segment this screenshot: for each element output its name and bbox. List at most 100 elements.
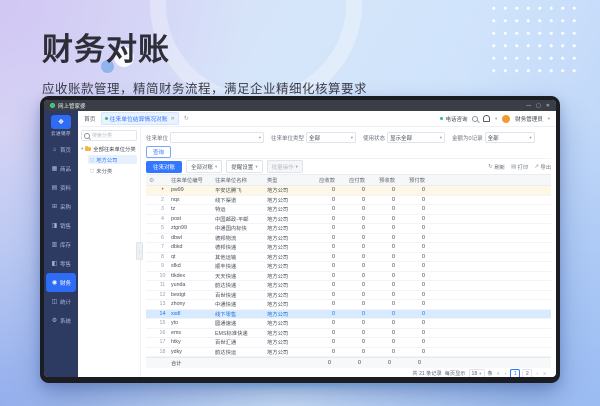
table-row[interactable]: •12 bestgt 百世快递 地方公司 0 0 0 0	[146, 290, 551, 300]
sidebar-item[interactable]: ◫ 统计	[46, 292, 76, 311]
sidebar-item[interactable]: ▥ 库存	[46, 235, 76, 254]
table-row[interactable]: •16 ems EMS标准快递 地方公司 0 0 0 0	[146, 328, 551, 338]
sidebar-item-label: 商品	[60, 165, 71, 173]
tree-root-node[interactable]: ▾ 全部往来单位分类	[81, 145, 137, 153]
table-row[interactable]: •15 yto 圆通速递 地方公司 0 0 0 0	[146, 319, 551, 329]
pre-receipt-cell: 0	[368, 224, 398, 234]
summary-payable: 0	[334, 360, 364, 366]
sidebar-item[interactable]: ⊞ 采购	[46, 197, 76, 216]
col-pre-payment[interactable]: 预付款	[398, 175, 428, 186]
row-mark-cell	[146, 252, 157, 262]
sidebar-item[interactable]: ▤ 资料	[46, 178, 76, 197]
zero-select[interactable]: 全部 ▾	[485, 132, 535, 143]
col-pre-receipt[interactable]: 预收款	[368, 175, 398, 186]
table-row[interactable]: •1 pw99 平安达腾飞 地方公司 0 0 0 0	[146, 186, 551, 196]
table-row[interactable]: •2 nqs 线下渠道 地方公司 0 0 0 0	[146, 195, 551, 205]
pre-receipt-cell: 0	[368, 347, 398, 357]
refresh-link[interactable]: ↻ 刷新	[488, 163, 505, 171]
col-code[interactable]: 往来单位编号	[168, 175, 212, 186]
col-name[interactable]: 往来单位名称	[212, 175, 264, 186]
close-icon[interactable]: ✕	[546, 103, 550, 109]
receivable-cell: 0	[308, 290, 338, 300]
col-payable[interactable]: 应付款	[338, 175, 368, 186]
user-name[interactable]: 财务管理员	[515, 115, 543, 123]
row-mark-cell	[146, 271, 157, 281]
table-row[interactable]: •10 ttkdex 天天快递 地方公司 0 0 0 0	[146, 271, 551, 281]
phone-support[interactable]: 电话咨询	[440, 115, 467, 123]
sidebar-item-icon: ◉	[51, 279, 58, 286]
tab-home[interactable]: 首页	[84, 114, 96, 123]
column-settings-gear-icon[interactable]: ⚙	[146, 175, 157, 186]
tree-search-input[interactable]: 搜索分类	[81, 130, 137, 141]
sidebar-item[interactable]: ⚙ 系统	[46, 311, 76, 330]
table-row[interactable]: •4 post 中国邮政-平邮 地方公司 0 0 0 0	[146, 214, 551, 224]
unit-type-cell: 地方公司	[264, 271, 308, 281]
last-page-icon[interactable]: »	[542, 371, 547, 377]
search-icon[interactable]	[472, 116, 478, 122]
tab-active[interactable]: 往来单位结算情况对账 ✕	[101, 112, 179, 125]
pre-payment-cell: 0	[398, 281, 428, 291]
col-type[interactable]: 类型	[264, 175, 308, 186]
doc-icon: ▢	[90, 168, 94, 174]
table-row[interactable]: •13 zhony 中通快递 地方公司 0 0 0 0	[146, 300, 551, 310]
doc-icon: ▢	[90, 157, 94, 163]
status-select[interactable]: 显示全部 ▾	[387, 132, 445, 143]
next-page-icon[interactable]: ›	[535, 371, 539, 377]
minimize-icon[interactable]: —	[526, 103, 531, 109]
tree-node[interactable]: ▢ 未分类	[88, 166, 137, 175]
table-row[interactable]: •18 ydky 韵达快运 地方公司 0 0 0 0	[146, 347, 551, 357]
page-button[interactable]: 2	[522, 369, 532, 378]
panel-collapse-handle[interactable]: ⋮	[136, 242, 143, 260]
sidebar-item[interactable]: ▦ 商品	[46, 159, 76, 178]
summary-label: 合计	[146, 359, 212, 367]
pre-payment-cell: 0	[398, 186, 428, 196]
query-button[interactable]: 查询	[146, 146, 171, 158]
table-row[interactable]: •7 dbkd 德邦快递 地方公司 0 0 0 0	[146, 243, 551, 253]
table-row[interactable]: •17 htky 百世汇通 地方公司 0 0 0 0	[146, 338, 551, 348]
user-caret-icon[interactable]: ▾	[548, 116, 550, 122]
col-receivable[interactable]: 应收款	[308, 175, 338, 186]
table-row[interactable]: •14 xxdl 线下零售 地方公司 0 0 0 0	[146, 309, 551, 319]
unit-input[interactable]: ▾	[170, 132, 264, 143]
print-link[interactable]: ▤ 打印	[511, 163, 528, 171]
export-link[interactable]: ↗ 导出	[534, 163, 551, 171]
notification-bell-icon[interactable]	[483, 115, 490, 122]
summary-row: 合计 0 0 0 0	[146, 357, 551, 368]
folder-icon	[85, 147, 91, 152]
table-row[interactable]: •3 tz 特运 地方公司 0 0 0 0	[146, 205, 551, 215]
sidebar-item[interactable]: ◧ 零售	[46, 254, 76, 273]
pagination: 共 21 条记录 每页显示 18 ▾ 条 « ‹ 12	[146, 368, 551, 377]
sidebar-item[interactable]: ◨ 销售	[46, 216, 76, 235]
batch-actions-dropdown[interactable]: 批量操作 ▾	[267, 160, 303, 173]
prev-page-icon[interactable]: ‹	[504, 371, 508, 377]
summary-pre-receipt: 0	[364, 360, 394, 366]
unit-type-cell: 地方公司	[264, 233, 308, 243]
row-number-cell: •7	[157, 243, 168, 253]
table-row[interactable]: •6 dbwl 德邦物流 地方公司 0 0 0 0	[146, 233, 551, 243]
sidebar-item[interactable]: ◉ 财务	[46, 273, 76, 292]
page-button[interactable]: 1	[510, 369, 520, 378]
all-reconcile-dropdown[interactable]: 全部对账 ▾	[186, 160, 222, 173]
tab-close-icon[interactable]: ✕	[171, 116, 175, 122]
maximize-icon[interactable]: ▢	[536, 103, 541, 109]
table-row[interactable]: •8 qt 其他运输 地方公司 0 0 0 0	[146, 252, 551, 262]
payable-cell: 0	[338, 281, 368, 291]
avatar[interactable]	[502, 115, 510, 123]
table-row[interactable]: •11 yunda 韵达快递 地方公司 0 0 0 0	[146, 281, 551, 291]
remind-settings-dropdown[interactable]: 提醒设置 ▾	[226, 160, 262, 173]
table-row[interactable]: •9 sfkd 顺丰快递 地方公司 0 0 0 0	[146, 262, 551, 272]
first-page-icon[interactable]: «	[496, 371, 501, 377]
sidebar-item[interactable]: ⌂ 首页	[46, 140, 76, 159]
per-page-select[interactable]: 18 ▾	[469, 369, 485, 378]
reconcile-button[interactable]: 往来对账	[146, 161, 182, 173]
type-select[interactable]: 全部 ▾	[306, 132, 356, 143]
sidebar-item-icon: ⌂	[51, 147, 58, 153]
tab-refresh-icon[interactable]: ↻	[184, 115, 189, 122]
row-number-cell: •3	[157, 205, 168, 215]
bell-caret-icon[interactable]: ▾	[495, 116, 497, 122]
tree-node[interactable]: ▢ 地方公司	[88, 155, 137, 164]
dropdown2-caret-icon: ▾	[255, 164, 257, 170]
table-row[interactable]: •5 ztgn99 中通国内标快 地方公司 0 0 0 0	[146, 224, 551, 234]
unit-name-cell: 韵达快运	[212, 347, 264, 357]
pre-receipt-cell: 0	[368, 300, 398, 310]
